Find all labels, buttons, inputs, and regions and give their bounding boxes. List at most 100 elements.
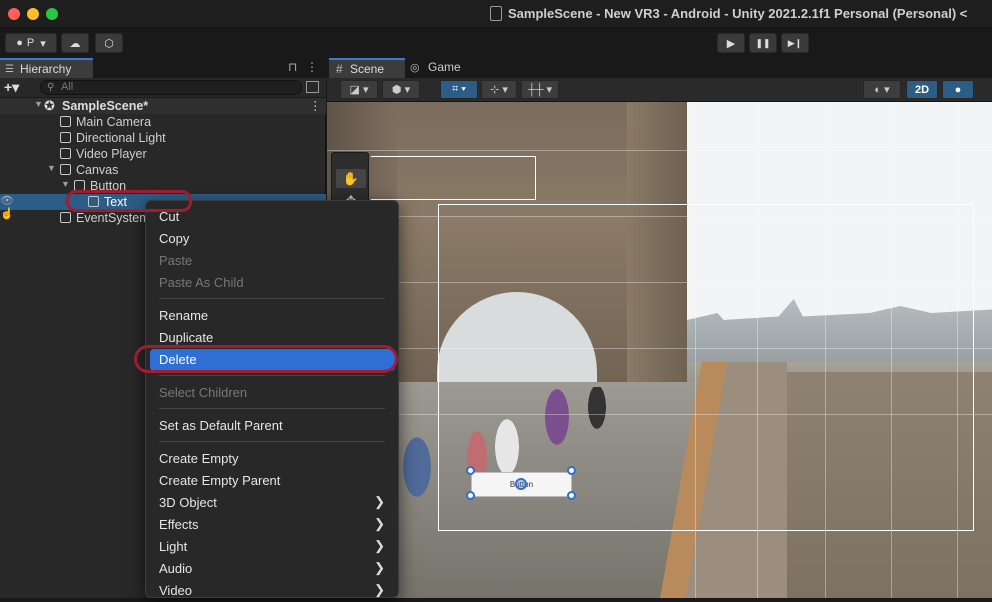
menu-item-rename[interactable]: Rename	[150, 305, 395, 327]
pause-button[interactable]: ❚❚	[749, 33, 777, 53]
chevron-right-icon: ❯	[374, 538, 385, 553]
hierarchy-item-label: Video Player	[76, 147, 147, 161]
menu-item-label: Create Empty	[159, 451, 239, 466]
search-input[interactable]: ⚲ All	[40, 80, 302, 95]
gameobject-icon	[60, 148, 71, 159]
context-menu: Cut Copy Paste Paste As Child Rename Dup…	[145, 200, 399, 598]
panel-menu-icon[interactable]: ⋮	[306, 60, 318, 74]
scene-row[interactable]: ▼ ✪ SampleScene* ⋮	[0, 98, 326, 114]
lightbulb-icon: ●	[954, 83, 962, 96]
hand-tool-button[interactable]: ✋	[336, 169, 366, 188]
step-icon: ▶❙	[787, 37, 803, 48]
draw-mode-dropdown[interactable]: ⬢ ▾	[382, 80, 420, 99]
scene-name: SampleScene*	[62, 99, 149, 113]
search-placeholder: All	[61, 81, 74, 93]
sphere-icon: ◐ ▾	[874, 84, 890, 96]
tab-hierarchy[interactable]: ☰ Hierarchy	[0, 58, 93, 78]
cube-icon: ⬢ ▾	[391, 84, 411, 96]
add-object-button[interactable]: +▾	[4, 79, 19, 96]
tab-game[interactable]: ◎ Game	[409, 58, 475, 78]
hand-icon: ✋	[342, 170, 360, 186]
main-toolbar: ● P ▾ ☁ ⬡ ▶ ❚❚ ▶❙	[0, 28, 992, 58]
maximize-window-button[interactable]	[46, 8, 58, 20]
menu-separator	[159, 298, 385, 299]
menu-separator	[159, 408, 385, 409]
tab-scene-label: Scene	[350, 62, 385, 76]
scene-tab-bar: # Scene ◎ Game	[327, 58, 992, 78]
menu-item-video[interactable]: Video ❯	[150, 580, 395, 602]
filter-icon[interactable]	[306, 81, 319, 93]
ruler-icon: ┼┼ ▾	[527, 84, 553, 96]
snap-icon: ⊹ ▾	[490, 84, 508, 96]
visibility-toggle[interactable]: 👁 ☝	[0, 194, 30, 220]
resize-handle[interactable]	[466, 466, 475, 475]
tab-scene[interactable]: # Scene	[329, 58, 405, 78]
account-dropdown[interactable]: ● P ▾	[5, 33, 57, 53]
menu-item-create-empty-parent[interactable]: Create Empty Parent	[150, 470, 395, 492]
resize-handle[interactable]	[567, 466, 576, 475]
collab-icon: ⬡	[104, 37, 114, 50]
chevron-right-icon: ❯	[374, 516, 385, 531]
expand-arrow-icon[interactable]: ▼	[47, 163, 56, 173]
menu-item-paste: Paste	[150, 250, 395, 272]
menu-item-label: Set as Default Parent	[159, 418, 283, 433]
scene-menu-icon[interactable]: ⋮	[309, 98, 322, 113]
chevron-right-icon: ❯	[374, 560, 385, 575]
menu-item-label: Paste As Child	[159, 275, 244, 290]
menu-item-light[interactable]: Light ❯	[150, 536, 395, 558]
tab-game-label: Game	[428, 60, 461, 74]
play-button[interactable]: ▶	[717, 33, 745, 53]
hierarchy-item-main-camera[interactable]: Main Camera	[0, 114, 326, 130]
menu-item-label: 3D Object	[159, 495, 217, 510]
menu-separator	[159, 441, 385, 442]
menu-item-label: Rename	[159, 308, 209, 323]
scene-canvas[interactable]: ✋ ✥ ⟳ ⤡ Button	[327, 102, 992, 598]
hierarchy-tab-bar: ☰ Hierarchy ⊓ ⋮	[0, 58, 326, 78]
gameobject-icon	[60, 164, 71, 175]
unity-scene-icon: ✪	[44, 98, 55, 113]
cloud-icon: ☁	[69, 37, 81, 50]
grid-toggle[interactable]: ⌗ ▾	[440, 80, 478, 99]
minimize-window-button[interactable]	[27, 8, 39, 20]
highlight-annotation-text	[66, 190, 192, 212]
hierarchy-item-label: EventSystem	[76, 211, 150, 225]
menu-item-3d-object[interactable]: 3D Object ❯	[150, 492, 395, 514]
search-icon: ⚲	[47, 82, 55, 93]
toggle-2d-button[interactable]: 2D	[906, 80, 938, 99]
resize-handle[interactable]	[466, 491, 475, 500]
snap-dropdown[interactable]: ⊹ ▾	[481, 80, 517, 99]
menu-item-create-empty[interactable]: Create Empty	[150, 448, 395, 470]
menu-item-label: Effects	[159, 517, 199, 532]
hierarchy-item-canvas[interactable]: ▼ Canvas	[0, 162, 326, 178]
collab-button[interactable]: ⬡	[95, 33, 123, 53]
chevron-right-icon: ❯	[374, 582, 385, 597]
close-window-button[interactable]	[8, 8, 20, 20]
expand-arrow-icon[interactable]: ▼	[34, 99, 43, 109]
resize-handle[interactable]	[567, 491, 576, 500]
menu-item-label: Duplicate	[159, 330, 214, 345]
expand-arrow-icon[interactable]: ▼	[61, 179, 70, 189]
menu-item-select-children: Select Children	[150, 382, 395, 404]
menu-item-audio[interactable]: Audio ❯	[150, 558, 395, 580]
pivot-handle[interactable]	[515, 478, 527, 490]
render-mode-dropdown[interactable]: ◐ ▾	[863, 80, 901, 99]
scene-toolbar: ◪ ▾ ⬢ ▾ ⌗ ▾ ⊹ ▾ ┼┼ ▾ ◐ ▾ 2D ●	[327, 78, 992, 102]
document-icon	[490, 6, 502, 21]
hierarchy-item-directional-light[interactable]: Directional Light	[0, 130, 326, 146]
title-bar: SampleScene - New VR3 - Android - Unity …	[0, 0, 992, 28]
menu-item-label: Paste	[159, 253, 193, 268]
menu-item-label: Video	[159, 583, 193, 598]
lighting-toggle[interactable]: ●	[942, 80, 974, 99]
step-button[interactable]: ▶❙	[781, 33, 809, 53]
cloud-button[interactable]: ☁	[61, 33, 89, 53]
highlight-annotation-delete	[134, 345, 398, 373]
shading-mode-dropdown[interactable]: ◪ ▾	[340, 80, 378, 99]
window-title: SampleScene - New VR3 - Android - Unity …	[508, 6, 968, 21]
menu-item-copy[interactable]: Copy	[150, 228, 395, 250]
lock-icon[interactable]: ⊓	[288, 60, 297, 74]
menu-item-set-default-parent[interactable]: Set as Default Parent	[150, 415, 395, 437]
hierarchy-item-video-player[interactable]: Video Player	[0, 146, 326, 162]
menu-item-label: Copy	[159, 231, 190, 246]
increment-snap-dropdown[interactable]: ┼┼ ▾	[521, 80, 559, 99]
menu-item-effects[interactable]: Effects ❯	[150, 514, 395, 536]
